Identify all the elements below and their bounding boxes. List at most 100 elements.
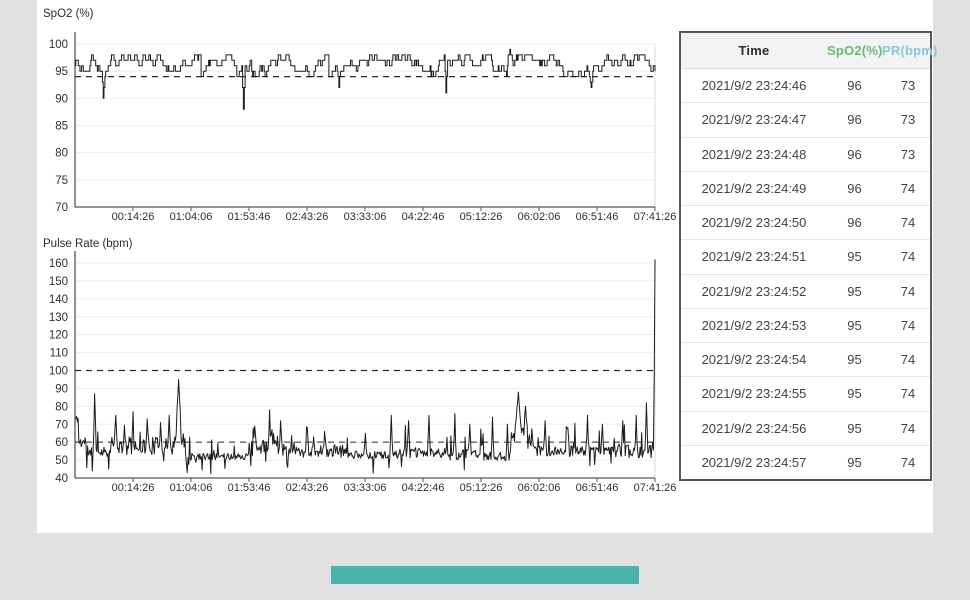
table-row: 2021/9/2 23:24:579574 bbox=[681, 446, 930, 479]
svg-text:70: 70 bbox=[55, 202, 68, 214]
table-row: 2021/9/2 23:24:559574 bbox=[681, 377, 930, 411]
cell-time: 2021/9/2 23:24:53 bbox=[681, 318, 827, 333]
svg-text:01:53:46: 01:53:46 bbox=[228, 211, 271, 223]
svg-text:75: 75 bbox=[55, 175, 68, 187]
table-row: 2021/9/2 23:24:479673 bbox=[681, 103, 930, 137]
cell-pr: 74 bbox=[882, 215, 934, 230]
svg-text:03:33:06: 03:33:06 bbox=[344, 211, 387, 223]
table-row: 2021/9/2 23:24:549574 bbox=[681, 343, 930, 377]
cell-time: 2021/9/2 23:24:54 bbox=[681, 352, 827, 367]
cell-pr: 74 bbox=[882, 284, 934, 299]
cell-time: 2021/9/2 23:24:52 bbox=[681, 284, 827, 299]
cell-pr: 73 bbox=[882, 147, 934, 162]
svg-text:00:14:26: 00:14:26 bbox=[112, 211, 155, 223]
svg-text:01:53:46: 01:53:46 bbox=[228, 482, 271, 494]
cell-spo2: 96 bbox=[827, 181, 882, 196]
svg-text:02:43:26: 02:43:26 bbox=[286, 211, 329, 223]
cell-spo2: 95 bbox=[827, 284, 882, 299]
svg-text:07:41:26: 07:41:26 bbox=[634, 482, 677, 494]
cell-pr: 74 bbox=[882, 318, 934, 333]
svg-text:100: 100 bbox=[49, 39, 68, 51]
svg-text:06:51:46: 06:51:46 bbox=[576, 482, 619, 494]
svg-text:06:02:06: 06:02:06 bbox=[518, 482, 561, 494]
svg-text:01:04:06: 01:04:06 bbox=[170, 482, 213, 494]
svg-text:Pulse Rate (bpm): Pulse Rate (bpm) bbox=[43, 238, 133, 250]
cell-pr: 73 bbox=[882, 78, 934, 93]
svg-text:90: 90 bbox=[55, 383, 68, 395]
svg-text:90: 90 bbox=[55, 93, 68, 105]
svg-text:40: 40 bbox=[55, 473, 68, 485]
svg-text:SpO2 (%): SpO2 (%) bbox=[43, 8, 94, 20]
cell-time: 2021/9/2 23:24:46 bbox=[681, 78, 827, 93]
cell-spo2: 95 bbox=[827, 421, 882, 436]
table-row: 2021/9/2 23:24:569574 bbox=[681, 412, 930, 446]
svg-text:120: 120 bbox=[49, 330, 68, 342]
cell-time: 2021/9/2 23:24:55 bbox=[681, 386, 827, 401]
cell-pr: 74 bbox=[882, 455, 934, 470]
svg-text:50: 50 bbox=[55, 455, 68, 467]
svg-text:130: 130 bbox=[49, 312, 68, 324]
svg-text:60: 60 bbox=[55, 437, 68, 449]
spo2-chart: 70 75 80 85 90 95 100 00:14:26 01:04:06 01:53:46 0… bbox=[37, 2, 682, 230]
svg-text:85: 85 bbox=[55, 121, 68, 133]
cell-pr: 74 bbox=[882, 181, 934, 196]
cell-time: 2021/9/2 23:24:48 bbox=[681, 147, 827, 162]
cell-spo2: 95 bbox=[827, 249, 882, 264]
svg-text:04:22:46: 04:22:46 bbox=[402, 211, 445, 223]
cell-time: 2021/9/2 23:24:47 bbox=[681, 112, 827, 127]
cell-pr: 74 bbox=[882, 386, 934, 401]
cell-spo2: 96 bbox=[827, 147, 882, 162]
svg-text:00:14:26: 00:14:26 bbox=[112, 482, 155, 494]
svg-text:03:33:06: 03:33:06 bbox=[344, 482, 387, 494]
cell-spo2: 95 bbox=[827, 352, 882, 367]
oximeter-report-screen: 70 75 80 85 90 95 100 00:14:26 01:04:06 01:53:46 0… bbox=[0, 0, 970, 600]
svg-text:80: 80 bbox=[55, 148, 68, 160]
cell-pr: 73 bbox=[882, 112, 934, 127]
cell-spo2: 95 bbox=[827, 455, 882, 470]
column-header-spo2: SpO2(%) bbox=[827, 43, 882, 58]
cell-pr: 74 bbox=[882, 421, 934, 436]
cell-spo2: 96 bbox=[827, 78, 882, 93]
svg-text:70: 70 bbox=[55, 419, 68, 431]
cell-spo2: 95 bbox=[827, 386, 882, 401]
cell-time: 2021/9/2 23:24:51 bbox=[681, 249, 827, 264]
svg-text:07:41:26: 07:41:26 bbox=[634, 211, 677, 223]
cell-time: 2021/9/2 23:24:56 bbox=[681, 421, 827, 436]
table-row: 2021/9/2 23:24:529574 bbox=[681, 275, 930, 309]
svg-text:95: 95 bbox=[55, 66, 68, 78]
vitals-table: Time SpO2(%) PR(bpm) 2021/9/2 23:24:4696… bbox=[679, 31, 932, 481]
svg-text:150: 150 bbox=[49, 276, 68, 288]
column-header-pr: PR(bpm) bbox=[882, 43, 934, 58]
table-row: 2021/9/2 23:24:539574 bbox=[681, 309, 930, 343]
svg-text:100: 100 bbox=[49, 366, 68, 378]
svg-text:02:43:26: 02:43:26 bbox=[286, 482, 329, 494]
table-row: 2021/9/2 23:24:489673 bbox=[681, 138, 930, 172]
svg-text:06:51:46: 06:51:46 bbox=[576, 211, 619, 223]
table-row: 2021/9/2 23:24:469673 bbox=[681, 69, 930, 103]
svg-text:110: 110 bbox=[50, 348, 68, 360]
report-panel: 70 75 80 85 90 95 100 00:14:26 01:04:06 01:53:46 0… bbox=[37, 0, 933, 533]
cell-pr: 74 bbox=[882, 249, 934, 264]
table-row: 2021/9/2 23:24:509674 bbox=[681, 206, 930, 240]
cell-time: 2021/9/2 23:24:49 bbox=[681, 181, 827, 196]
table-row: 2021/9/2 23:24:499674 bbox=[681, 172, 930, 206]
svg-text:05:12:26: 05:12:26 bbox=[460, 482, 503, 494]
cell-pr: 74 bbox=[882, 352, 934, 367]
svg-text:05:12:26: 05:12:26 bbox=[460, 211, 503, 223]
vitals-table-body[interactable]: 2021/9/2 23:24:4696732021/9/2 23:24:4796… bbox=[681, 69, 930, 479]
svg-text:140: 140 bbox=[49, 294, 68, 306]
svg-text:160: 160 bbox=[49, 258, 68, 270]
cell-spo2: 96 bbox=[827, 112, 882, 127]
table-row: 2021/9/2 23:24:519574 bbox=[681, 240, 930, 274]
svg-text:80: 80 bbox=[55, 401, 68, 413]
cell-spo2: 95 bbox=[827, 318, 882, 333]
bottom-scroll-indicator[interactable] bbox=[331, 566, 639, 584]
svg-text:01:04:06: 01:04:06 bbox=[170, 211, 213, 223]
cell-time: 2021/9/2 23:24:50 bbox=[681, 215, 827, 230]
vitals-table-header: Time SpO2(%) PR(bpm) bbox=[681, 33, 930, 69]
column-header-time: Time bbox=[681, 43, 827, 58]
pulse-rate-chart: 40 50 60 70 80 90 100 110 120 130 140 150 160 00:14:2… bbox=[37, 232, 682, 502]
cell-time: 2021/9/2 23:24:57 bbox=[681, 455, 827, 470]
svg-text:06:02:06: 06:02:06 bbox=[518, 211, 561, 223]
cell-spo2: 96 bbox=[827, 215, 882, 230]
